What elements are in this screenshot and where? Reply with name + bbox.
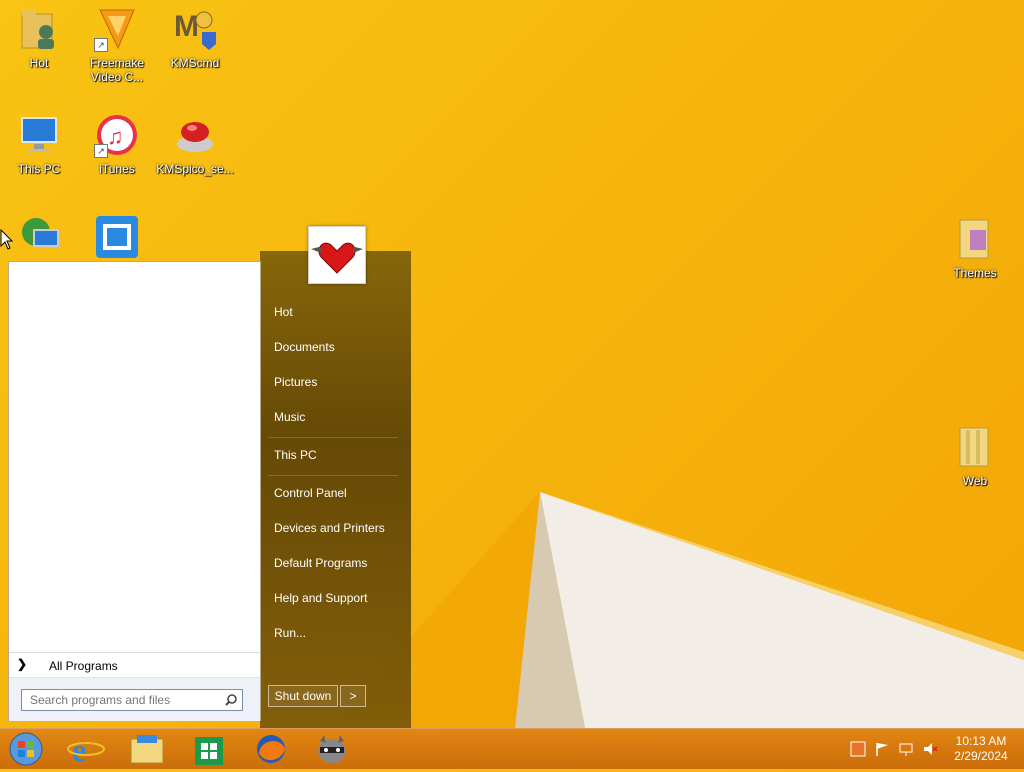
taskbar-firefox[interactable] (251, 731, 291, 767)
folder-icon (952, 424, 998, 470)
kmscmd-icon: M (172, 6, 218, 52)
desktop-icon-hot[interactable]: Hot (0, 6, 78, 70)
all-programs-button[interactable]: ❯ All Programs (9, 652, 260, 675)
separator (268, 437, 398, 438)
svg-text:e: e (72, 732, 86, 767)
chevron-right-icon: ❯ (17, 657, 28, 671)
start-item-hot[interactable]: Hot (274, 304, 399, 320)
svg-text:M: M (174, 10, 199, 43)
search-input[interactable] (28, 690, 222, 710)
desktop-icon-freemake[interactable]: ↗ Freemake Video C... (78, 6, 156, 84)
network-tray-icon[interactable] (898, 741, 914, 757)
start-menu: Hot Documents Pictures Music This PC Con… (8, 226, 411, 729)
volume-muted-icon[interactable] (922, 741, 938, 757)
firefox-icon (257, 735, 285, 763)
ime-icon[interactable] (850, 741, 866, 757)
file-explorer-icon (130, 735, 164, 764)
folder-icon (952, 216, 998, 262)
taskbar-clock[interactable]: 10:13 AM 2/29/2024 (948, 734, 1014, 764)
raccoon-app-icon (318, 735, 346, 763)
start-button[interactable] (6, 731, 46, 767)
shutdown-options-button[interactable]: > (340, 685, 366, 707)
mouse-cursor-icon (0, 229, 14, 250)
separator (268, 475, 398, 476)
start-item-pictures[interactable]: Pictures (274, 374, 399, 390)
winged-heart-icon (311, 241, 363, 274)
start-item-devices-printers[interactable]: Devices and Printers (274, 520, 399, 536)
search-area (9, 677, 260, 721)
desktop-icon-web[interactable]: Web (936, 424, 1014, 488)
internet-explorer-icon: e (67, 732, 105, 768)
start-item-music[interactable]: Music (274, 409, 399, 425)
clock-time: 10:13 AM (955, 734, 1007, 748)
taskbar-raccoon-app[interactable] (312, 731, 352, 767)
taskbar: e 10:13 AM 2/29/2024 (0, 728, 1024, 769)
computer-icon (16, 112, 62, 158)
search-box[interactable] (21, 689, 243, 711)
kmspico-icon (172, 112, 218, 158)
store-icon (195, 737, 223, 765)
taskbar-store[interactable] (189, 731, 229, 767)
start-item-this-pc[interactable]: This PC (274, 447, 399, 463)
clock-date: 2/29/2024 (954, 749, 1008, 763)
start-item-default-programs[interactable]: Default Programs (274, 555, 399, 571)
itunes-icon: ♫ ↗ (94, 112, 140, 158)
start-item-run[interactable]: Run... (274, 625, 399, 641)
desktop-icon-kmscmd[interactable]: M KMScmd (156, 6, 234, 70)
start-item-help-support[interactable]: Help and Support (274, 590, 399, 606)
start-menu-right-pane: Hot Documents Pictures Music This PC Con… (260, 251, 411, 729)
search-icon[interactable] (225, 693, 237, 711)
taskbar-internet-explorer[interactable]: e (66, 731, 106, 768)
desktop-icon-itunes[interactable]: ♫ ↗ iTunes (78, 112, 156, 176)
taskbar-file-explorer[interactable] (127, 731, 167, 767)
start-item-documents[interactable]: Documents (274, 339, 399, 355)
user-picture[interactable] (308, 226, 366, 284)
user-folder-icon (16, 6, 62, 52)
desktop-icon-kmspico[interactable]: KMSpico_se... (156, 112, 234, 176)
freemake-icon: ↗ (94, 6, 140, 52)
start-item-control-panel[interactable]: Control Panel (274, 485, 399, 501)
desktop-icon-this-pc[interactable]: This PC (0, 112, 78, 176)
start-orb-icon (9, 732, 43, 766)
svg-text:♫: ♫ (107, 124, 124, 149)
shutdown-button[interactable]: Shut down (268, 685, 338, 707)
desktop-icon-themes[interactable]: Themes (936, 216, 1014, 280)
action-center-flag-icon[interactable] (874, 741, 890, 757)
start-menu-programs-pane: ❯ All Programs (8, 261, 261, 721)
